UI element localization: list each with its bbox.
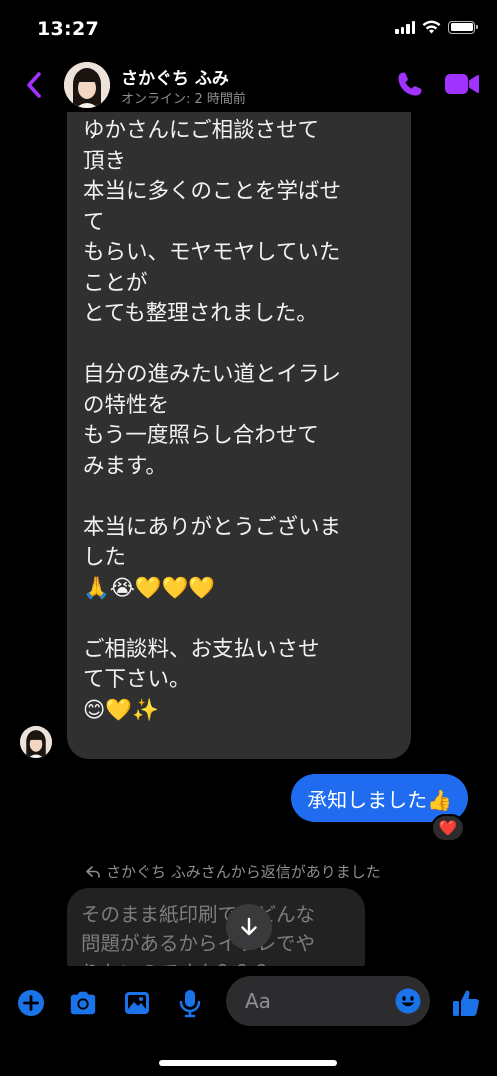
home-indicator[interactable] <box>159 1060 337 1066</box>
heart-reaction-icon[interactable]: ❤️ <box>431 814 465 842</box>
arrow-down-icon <box>241 917 257 936</box>
message-input-placeholder: Aa <box>245 989 271 1013</box>
reply-notice: さかぐち ふみさんから返信がありました <box>86 861 381 882</box>
video-icon[interactable] <box>444 72 480 96</box>
plus-button[interactable] <box>16 988 46 1018</box>
message-input[interactable]: Aa <box>226 976 430 1026</box>
status-icons <box>395 20 478 34</box>
battery-icon <box>448 20 478 34</box>
camera-icon <box>70 991 96 1015</box>
incoming-message-text: ゆかさんにご相談させて 頂き 本当に多くのことを学ばせ て もらい、モヤモヤして… <box>83 118 342 723</box>
reply-arrow-icon <box>86 865 100 878</box>
plus-icon <box>18 990 44 1016</box>
outgoing-message-text: 承知しました👍 <box>307 787 452 812</box>
message-composer: Aa <box>0 966 497 1076</box>
sender-avatar[interactable] <box>20 726 52 758</box>
contact-name[interactable]: さかぐち ふみ <box>121 64 229 89</box>
voice-button[interactable] <box>175 988 205 1018</box>
reaction-emoji: ❤️ <box>438 819 458 837</box>
back-chevron-icon[interactable] <box>22 70 48 100</box>
reply-notice-text: さかぐち ふみさんから返信がありました <box>106 863 381 881</box>
microphone-icon <box>179 990 201 1018</box>
emoji-icon[interactable] <box>395 988 421 1014</box>
status-bar: 13:27 <box>0 0 497 58</box>
cellular-signal-icon <box>395 20 415 34</box>
image-icon <box>125 992 149 1014</box>
contact-avatar[interactable] <box>64 62 110 108</box>
camera-button[interactable] <box>68 988 98 1018</box>
phone-icon[interactable] <box>396 70 424 98</box>
chat-header: さかぐち ふみ オンライン: 2 時間前 <box>0 58 497 112</box>
incoming-message-bubble[interactable]: ゆかさんにご相談させて 頂き 本当に多くのことを学ばせ て もらい、モヤモヤして… <box>67 108 411 759</box>
thumbs-up-icon <box>453 990 479 1016</box>
wifi-icon <box>422 20 441 34</box>
contact-active-status: オンライン: 2 時間前 <box>121 92 246 107</box>
like-button[interactable] <box>450 988 482 1018</box>
gallery-button[interactable] <box>122 988 152 1018</box>
status-time: 13:27 <box>37 18 99 40</box>
scroll-to-bottom-button[interactable] <box>226 904 272 950</box>
